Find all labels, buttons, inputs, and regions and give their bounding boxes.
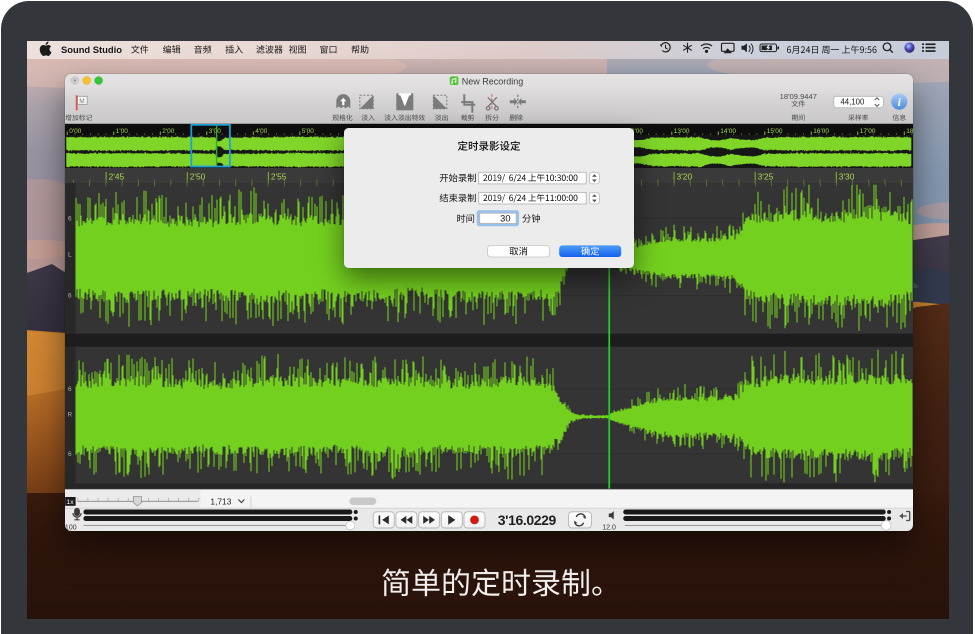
- svg-text:18'09.9447: 18'09.9447: [779, 92, 816, 101]
- svg-text:1,713: 1,713: [210, 496, 231, 506]
- svg-text:12.0: 12.0: [602, 524, 616, 531]
- svg-text:3'16.0229: 3'16.0229: [497, 512, 556, 528]
- svg-text:Sound Studio: Sound Studio: [61, 44, 122, 55]
- svg-text:M: M: [79, 98, 84, 105]
- svg-text:100: 100: [65, 524, 77, 531]
- svg-text:14'00: 14'00: [720, 128, 736, 135]
- svg-text:R: R: [67, 412, 72, 419]
- svg-text:18'00: 18'00: [906, 128, 914, 135]
- svg-text:5'00: 5'00: [301, 128, 313, 135]
- svg-text:L: L: [68, 252, 72, 259]
- svg-text:6: 6: [68, 293, 72, 300]
- svg-text:30: 30: [500, 213, 510, 223]
- svg-text:6: 6: [68, 216, 72, 223]
- svg-text:16'00: 16'00: [813, 128, 829, 135]
- svg-text:2'00: 2'00: [162, 128, 174, 135]
- svg-text:44,100: 44,100: [840, 98, 864, 107]
- svg-text:15'00: 15'00: [766, 128, 782, 135]
- svg-text:1'00: 1'00: [115, 128, 127, 135]
- svg-text:1x: 1x: [66, 499, 74, 506]
- svg-text:New Recording: New Recording: [461, 76, 522, 86]
- svg-text:13'00: 13'00: [673, 128, 689, 135]
- svg-text:6: 6: [68, 387, 72, 394]
- svg-text:6: 6: [68, 452, 72, 459]
- svg-text:17'00: 17'00: [859, 128, 875, 135]
- svg-text:4'00: 4'00: [255, 128, 267, 135]
- svg-text:0'00: 0'00: [69, 128, 81, 135]
- svg-text:3'00: 3'00: [208, 128, 220, 135]
